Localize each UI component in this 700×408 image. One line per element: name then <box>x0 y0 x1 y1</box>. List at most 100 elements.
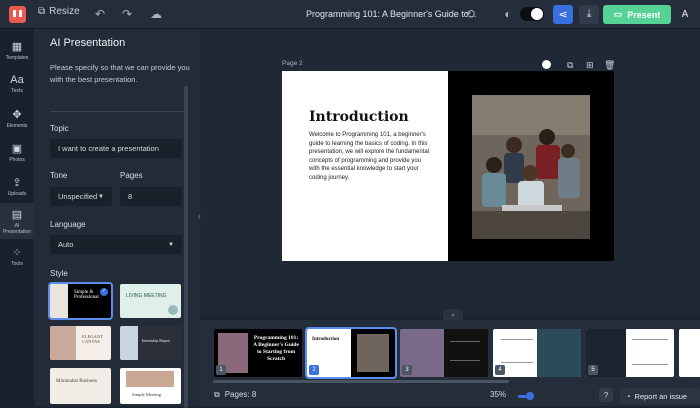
present-label: Present <box>627 9 661 20</box>
page-thumb-6-partial[interactable] <box>679 329 700 377</box>
resize-button[interactable]: ⧉ Resize <box>38 6 80 17</box>
rail-item-tools[interactable]: ⁘ Tools <box>0 239 34 273</box>
thumb-number: 1 <box>216 365 226 375</box>
page-label: Page 2 <box>282 60 303 67</box>
style-option-living[interactable]: LIVING MEETING <box>120 284 181 318</box>
style-option-minimalist[interactable]: Minimalist Business <box>50 368 111 404</box>
templates-icon: ▦ <box>11 40 23 53</box>
group-photo-image <box>472 95 590 239</box>
collapse-strip-icon[interactable]: ⌄ <box>443 309 463 320</box>
history-icon[interactable]: ⟲ <box>462 6 478 22</box>
tone-select[interactable]: Unspecified ▼ <box>50 187 112 206</box>
thumb-image <box>537 329 581 377</box>
check-icon: ✓ <box>100 288 108 296</box>
cloud-sync-icon[interactable]: ☁ <box>148 6 164 22</box>
add-page-icon[interactable]: ⊞ <box>586 60 594 71</box>
resize-icon: ⧉ <box>38 6 46 17</box>
report-icon: ◔ <box>626 391 631 401</box>
rail-item-photos[interactable]: ▣ Photos <box>0 135 34 169</box>
theme-toggle[interactable] <box>520 7 544 21</box>
page-thumb-5[interactable]: 5 <box>586 329 674 377</box>
style-option-elegant[interactable]: ELEGANT CANVAS <box>50 326 111 360</box>
chevron-down-icon: ▼ <box>168 241 174 248</box>
slide-title[interactable]: Introduction <box>309 109 409 125</box>
language-label: Language <box>50 220 86 229</box>
redo-icon[interactable]: ↷ <box>119 6 135 22</box>
thumb-image <box>357 334 389 372</box>
tools-icon: ⁘ <box>12 246 22 259</box>
style-thumb-image <box>126 371 174 387</box>
topic-field[interactable]: I want to create a presentation <box>50 139 182 158</box>
collapse-panel-icon[interactable]: ‹ <box>198 212 201 221</box>
rail-item-texts[interactable]: Aa Texts <box>0 67 34 101</box>
ai-presentation-panel: AI Presentation Please specify so that w… <box>34 29 200 408</box>
document-title[interactable]: Programming 101: A Beginner's Guide to..… <box>306 9 476 19</box>
panel-description: Please specify so that we can provide yo… <box>50 63 190 84</box>
pages-field[interactable]: 8 <box>120 187 182 206</box>
undo-icon[interactable]: ↶ <box>92 6 108 22</box>
palette-icon[interactable]: ◐ <box>500 6 516 22</box>
download-icon: ⤓ <box>586 8 592 20</box>
share-button[interactable]: ⋖ <box>553 5 573 24</box>
page-thumb-2[interactable]: Introduction 2 <box>305 327 397 379</box>
zoom-slider-knob[interactable] <box>526 392 534 400</box>
rail-label: Elements <box>6 122 28 129</box>
pages-label: Pages <box>120 171 143 180</box>
zoom-level: 35% <box>490 390 507 399</box>
download-button[interactable]: ⤓ <box>579 5 599 24</box>
page-color-swatch[interactable] <box>542 60 551 69</box>
side-rail: ▦ Templates Aa Texts ✥ Elements ▣ Photos… <box>0 29 34 406</box>
style-thumb-image <box>50 326 76 360</box>
strip-scrollbar[interactable] <box>213 380 509 383</box>
pages-value: 8 <box>128 192 133 201</box>
toggle-knob <box>531 8 543 20</box>
style-option-simple[interactable]: Simple & Professional ✓ <box>48 282 113 320</box>
page-thumb-1[interactable]: Programming 101: A Beginner's Guide to S… <box>214 329 302 377</box>
panel-scrollbar[interactable] <box>184 86 188 408</box>
text-icon: Aa <box>10 74 24 86</box>
resize-label: Resize <box>49 6 80 17</box>
slide-photo[interactable] <box>472 95 590 239</box>
rail-item-uploads[interactable]: ⇪ Uploads <box>0 169 34 203</box>
style-thumb-text: ELEGANT CANVAS <box>82 334 103 344</box>
page-thumb-4[interactable]: 4 <box>493 329 581 377</box>
language-select[interactable]: Auto ▼ <box>50 235 182 254</box>
avatar[interactable]: A <box>677 6 693 22</box>
bottom-bar: ⧉ Pages: 8 35% ? ◔ Report an issue <box>200 386 700 406</box>
style-thumb-text: Internship Report <box>142 338 171 343</box>
style-thumb-image <box>50 284 68 318</box>
report-issue-button[interactable]: ◔ Report an issue <box>620 388 700 404</box>
thumb-number: 3 <box>402 365 412 375</box>
thumb-number: 4 <box>495 365 505 375</box>
rail-item-templates[interactable]: ▦ Templates <box>0 33 34 67</box>
pages-text: Pages: 8 <box>224 390 257 399</box>
copy-page-icon[interactable]: ⧉ <box>567 60 573 71</box>
rail-label: Templates <box>5 54 29 61</box>
thumb-title: Introduction <box>312 337 340 342</box>
slide-body[interactable]: Welcome to Programming 101, a beginner's… <box>309 131 433 183</box>
style-option-internship[interactable]: Internship Report <box>120 326 181 360</box>
present-button[interactable]: ▭ Present <box>603 5 671 24</box>
help-button[interactable]: ? <box>599 388 613 402</box>
rail-item-ai-presentation[interactable]: ▤ AI Presentation <box>0 203 34 239</box>
ai-presentation-icon: ▤ <box>11 208 23 221</box>
thumb-text-block <box>632 339 668 365</box>
chevron-down-icon: ▼ <box>98 193 104 200</box>
rail-label: Photos <box>9 156 25 163</box>
style-label: Style <box>50 269 68 278</box>
slide[interactable]: Introduction Welcome to Programming 101,… <box>282 71 614 261</box>
style-thumb-image <box>120 326 138 360</box>
rail-label: Uploads <box>7 190 27 197</box>
tone-label: Tone <box>50 171 68 180</box>
pages-count: ⧉ Pages: 8 <box>214 390 256 400</box>
rail-item-elements[interactable]: ✥ Elements <box>0 101 34 135</box>
app-logo[interactable] <box>9 6 26 23</box>
style-thumb-text: LIVING MEETING <box>126 293 167 299</box>
share-icon: ⋖ <box>558 9 568 21</box>
delete-page-icon[interactable]: 🗑 <box>604 60 615 71</box>
topic-label: Topic <box>50 124 69 133</box>
thumb-text-block <box>501 339 533 363</box>
style-option-simple-meeting[interactable]: Simple Meeting <box>120 368 181 404</box>
language-value: Auto <box>58 240 74 249</box>
page-thumb-3[interactable]: 3 <box>400 329 488 377</box>
